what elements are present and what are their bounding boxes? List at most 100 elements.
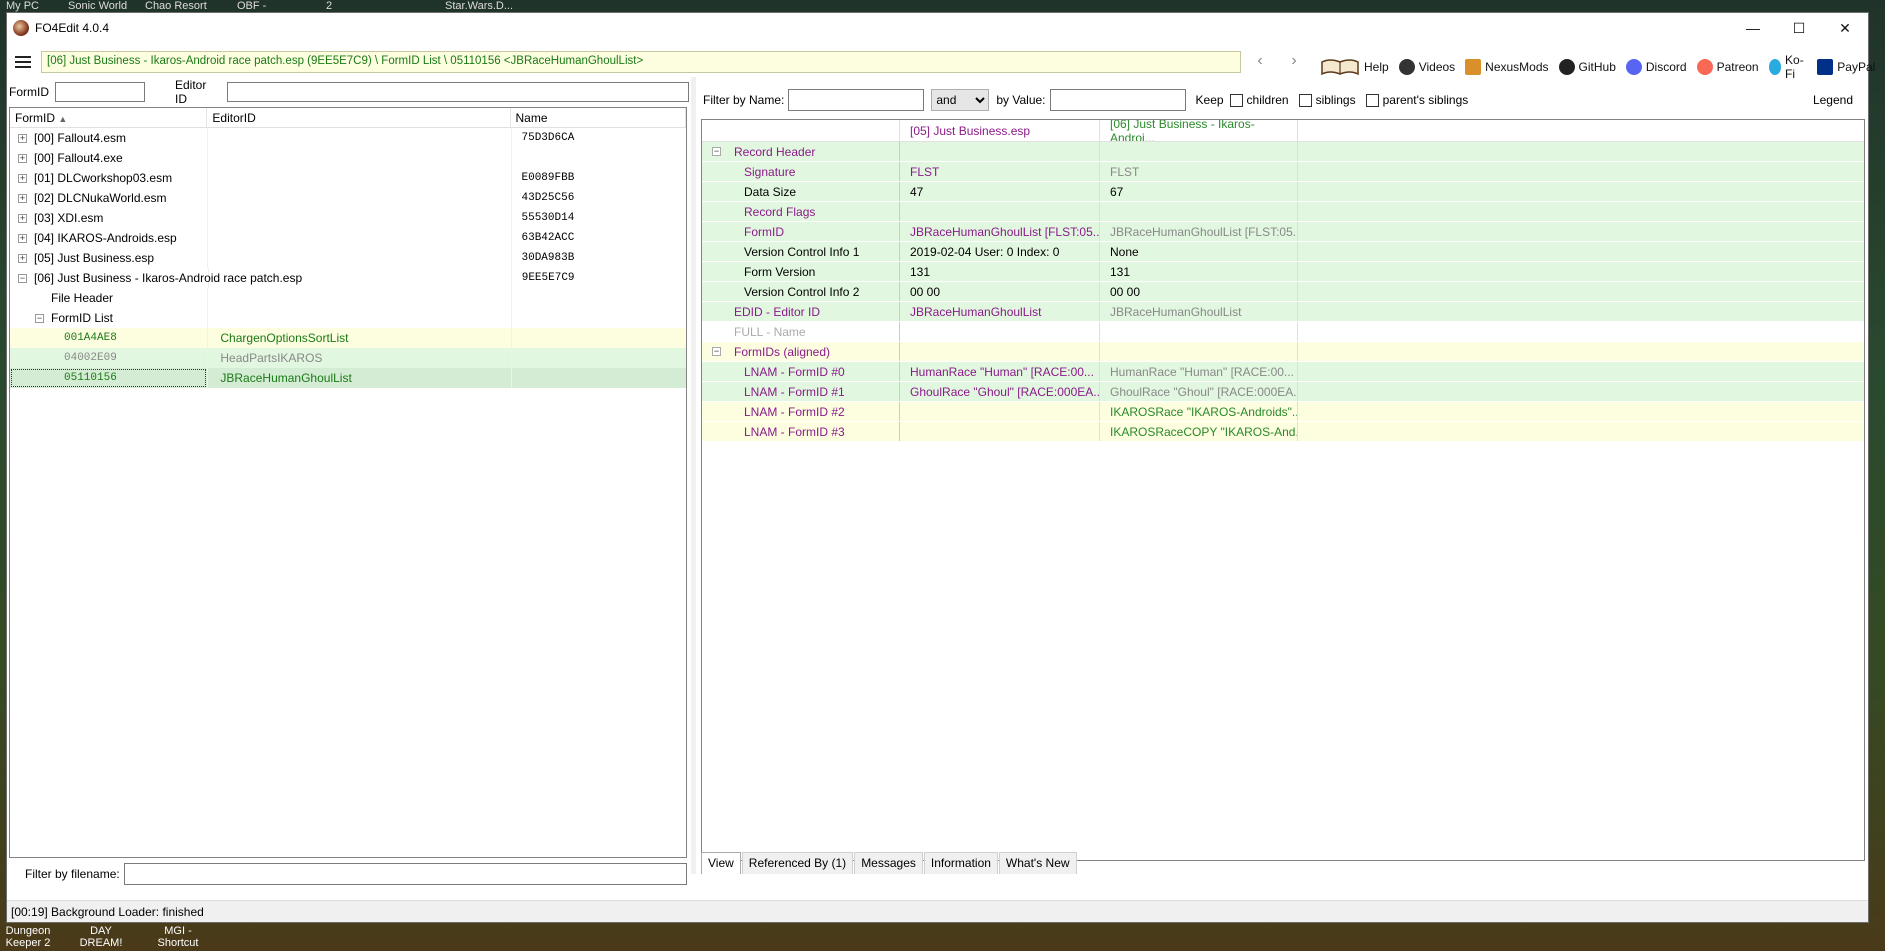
tree-row-editorid: ChargenOptionsSortList bbox=[207, 328, 510, 348]
patreon-link[interactable]: Patreon bbox=[1696, 59, 1759, 75]
record-field-row[interactable]: Data Size 47 67 bbox=[702, 182, 1864, 202]
tree-row[interactable]: 04002E09 HeadPartsIKAROS bbox=[10, 348, 686, 368]
record-field-row[interactable]: LNAM - FormID #1 GhoulRace "Ghoul" [RACE:… bbox=[702, 382, 1864, 402]
column-header-name[interactable]: Name bbox=[511, 108, 686, 127]
record-field-row[interactable]: LNAM - FormID #2 IKAROSRace "IKAROS-Andro… bbox=[702, 402, 1864, 422]
tree-row-hash bbox=[510, 328, 687, 348]
desktop-icon-label[interactable]: 2 bbox=[326, 0, 332, 12]
record-field-row[interactable]: Version Control Info 2 00 00 00 00 bbox=[702, 282, 1864, 302]
column-header-formid[interactable]: FormID ▲ bbox=[10, 108, 208, 127]
grid-header-file-06[interactable]: [06] Just Business - Ikaros-Androi... bbox=[1100, 120, 1298, 141]
tree-row-editorid bbox=[207, 188, 510, 208]
editorid-input[interactable] bbox=[227, 82, 689, 102]
tab-information[interactable]: Information bbox=[923, 852, 998, 874]
tab-referenced-by[interactable]: Referenced By (1) bbox=[741, 852, 854, 874]
title-bar[interactable]: FO4Edit 4.0.4 — ☐ ✕ bbox=[7, 13, 1868, 43]
desktop-icon-label[interactable]: DAY DREAM! bbox=[72, 925, 130, 949]
parents-siblings-checkbox[interactable]: parent's siblings bbox=[1365, 93, 1468, 108]
record-field-row[interactable]: LNAM - FormID #0 HumanRace "Human" [RACE:… bbox=[702, 362, 1864, 382]
expand-icon[interactable]: + bbox=[18, 133, 27, 143]
back-button[interactable]: ‹ bbox=[1247, 51, 1273, 73]
tree-row[interactable]: + [00] Fallout4.esm 75D3D6CA bbox=[10, 128, 686, 148]
record-field-row[interactable]: Form Version 131 131 bbox=[702, 262, 1864, 282]
maximize-button[interactable]: ☐ bbox=[1776, 13, 1822, 43]
expand-icon[interactable]: + bbox=[18, 193, 27, 203]
tab-whats-new[interactable]: What's New bbox=[998, 852, 1077, 874]
siblings-checkbox[interactable]: siblings bbox=[1298, 93, 1356, 108]
expand-icon[interactable]: + bbox=[18, 173, 27, 183]
close-button[interactable]: ✕ bbox=[1822, 13, 1868, 43]
collapse-icon[interactable]: − bbox=[18, 273, 27, 283]
tree-row[interactable]: − [06] Just Business - Ikaros-Android rac… bbox=[10, 268, 686, 288]
tab-view[interactable]: View bbox=[701, 852, 741, 874]
filter-name-input[interactable] bbox=[788, 89, 925, 111]
tree-row[interactable]: 001A4AE8 ChargenOptionsSortList bbox=[10, 328, 686, 348]
tree-row-editorid bbox=[207, 288, 510, 308]
minimize-button[interactable]: — bbox=[1730, 13, 1776, 43]
record-field-row[interactable]: Signature FLST FLST bbox=[702, 162, 1864, 182]
tree-row[interactable]: + [02] DLCNukaWorld.esm 43D25C56 bbox=[10, 188, 686, 208]
menu-icon[interactable] bbox=[15, 50, 39, 74]
formid-input[interactable] bbox=[55, 82, 145, 102]
collapse-icon[interactable]: − bbox=[712, 347, 721, 356]
record-field-row[interactable]: Version Control Info 1 2019-02-04 User: 0… bbox=[702, 242, 1864, 262]
tree-row[interactable]: + [05] Just Business.esp 30DA983B bbox=[10, 248, 686, 268]
tab-messages[interactable]: Messages bbox=[854, 852, 923, 874]
desktop-icon-label[interactable]: Chao Resort bbox=[145, 0, 207, 12]
tree-row[interactable]: − FormID List bbox=[10, 308, 686, 328]
desktop-icon-label[interactable]: MGI - Shortcut bbox=[152, 925, 204, 949]
field-label: Data Size bbox=[744, 184, 797, 199]
expand-icon[interactable]: + bbox=[18, 213, 27, 223]
record-field-row[interactable]: − FormIDs (aligned) bbox=[702, 342, 1864, 362]
tree-row[interactable]: + [03] XDI.esm 55530D14 bbox=[10, 208, 686, 228]
videos-label: Videos bbox=[1418, 60, 1456, 74]
panel-splitter[interactable] bbox=[691, 77, 696, 874]
record-field-row[interactable]: FormID JBRaceHumanGhoulList [FLST:05... JB… bbox=[702, 222, 1864, 242]
desktop-icon-label[interactable]: Sonic World bbox=[68, 0, 127, 12]
desktop-icon-label[interactable]: My PC bbox=[6, 0, 39, 12]
forward-button[interactable]: › bbox=[1281, 51, 1307, 73]
filter-value-input[interactable] bbox=[1049, 89, 1186, 111]
nexusmods-icon bbox=[1465, 59, 1482, 75]
desktop-icon-label[interactable]: OBF - bbox=[237, 0, 266, 12]
record-field-row[interactable]: LNAM - FormID #3 IKAROSRaceCOPY "IKAROS-A… bbox=[702, 422, 1864, 442]
field-value-file-06 bbox=[1100, 142, 1298, 161]
tree-row[interactable]: + [01] DLCworkshop03.esm E0089FBB bbox=[10, 168, 686, 188]
legend-button[interactable]: Legend bbox=[1813, 93, 1853, 107]
tree-row[interactable]: + [00] Fallout4.exe bbox=[10, 148, 686, 168]
field-label: Record Flags bbox=[744, 204, 816, 219]
record-path[interactable]: [06] Just Business - Ikaros-Android race… bbox=[41, 51, 1241, 73]
nexusmods-link[interactable]: NexusMods bbox=[1465, 59, 1549, 75]
record-field-row[interactable]: − Record Header bbox=[702, 142, 1864, 162]
field-value-file-05: 47 bbox=[900, 182, 1100, 201]
children-checkbox[interactable]: children bbox=[1229, 93, 1289, 108]
videos-link[interactable]: Videos bbox=[1398, 59, 1456, 75]
filter-operator-select[interactable]: and bbox=[931, 89, 990, 111]
record-field-row[interactable]: Record Flags bbox=[702, 202, 1864, 222]
expand-icon[interactable]: + bbox=[18, 233, 27, 243]
paypal-link[interactable]: PayPal bbox=[1817, 59, 1875, 75]
desktop-icon-label[interactable]: Star.Wars.D... bbox=[445, 0, 513, 12]
desktop-icon-label[interactable]: Dungeon Keeper 2 bbox=[0, 925, 56, 949]
expand-icon[interactable]: + bbox=[18, 153, 27, 163]
tree-row[interactable]: 05110156 JBRaceHumanGhoulList bbox=[10, 368, 686, 388]
field-value-file-06 bbox=[1100, 342, 1298, 361]
tree-row[interactable]: File Header bbox=[10, 288, 686, 308]
main-window: FO4Edit 4.0.4 — ☐ ✕ [06] Just Business -… bbox=[6, 12, 1875, 923]
filename-filter-input[interactable] bbox=[123, 863, 687, 885]
help-link[interactable]: Help bbox=[1320, 58, 1389, 76]
videos-icon bbox=[1398, 59, 1415, 75]
discord-link[interactable]: Discord bbox=[1625, 59, 1687, 75]
tree-row-label: 001A4AE8 bbox=[64, 332, 117, 344]
record-field-row[interactable]: EDID - Editor ID JBRaceHumanGhoulList JBRa… bbox=[702, 302, 1864, 322]
expand-icon[interactable]: + bbox=[18, 253, 27, 263]
collapse-icon[interactable]: − bbox=[712, 147, 721, 156]
window-title: FO4Edit 4.0.4 bbox=[35, 21, 110, 35]
field-label: LNAM - FormID #3 bbox=[744, 424, 845, 439]
record-field-row[interactable]: FULL - Name bbox=[702, 322, 1864, 342]
grid-header-file-05[interactable]: [05] Just Business.esp bbox=[900, 120, 1100, 141]
github-link[interactable]: GitHub bbox=[1558, 59, 1616, 75]
column-header-editorid[interactable]: EditorID bbox=[207, 108, 511, 127]
collapse-icon[interactable]: − bbox=[35, 313, 44, 323]
tree-row[interactable]: + [04] IKAROS-Androids.esp 63B42ACC bbox=[10, 228, 686, 248]
